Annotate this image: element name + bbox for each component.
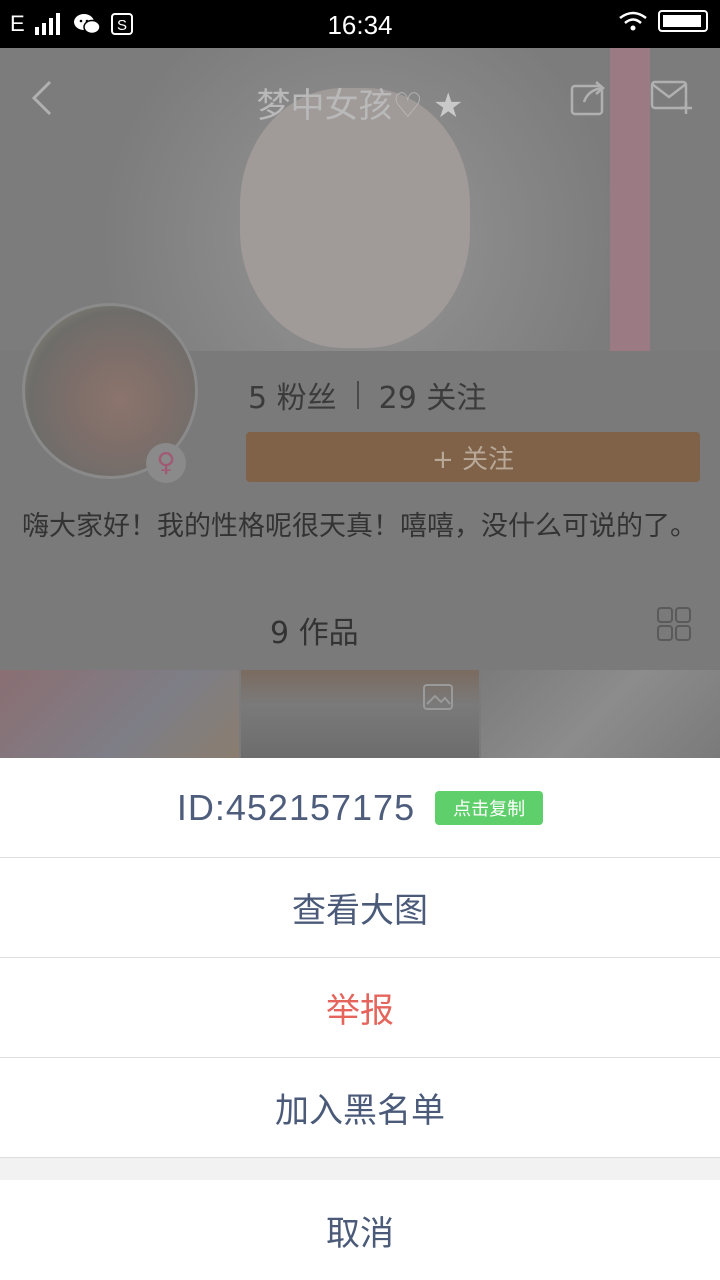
battery-icon — [658, 10, 708, 32]
image-icon — [423, 684, 454, 710]
works-count: 9 作品 — [270, 616, 359, 651]
cancel-button[interactable]: 取消 — [0, 1180, 720, 1280]
status-bar: E S 16:34 — [0, 0, 720, 48]
message-icon[interactable] — [650, 80, 694, 114]
page-title: 梦中女孩♡ ★ — [0, 78, 720, 127]
action-sheet: ID:452157175 点击复制 查看大图 举报 加入黑名单 取消 — [0, 758, 720, 1280]
report-button[interactable]: 举报 — [0, 958, 720, 1058]
view-large-image-button[interactable]: 查看大图 — [0, 858, 720, 958]
work-thumbnail[interactable] — [0, 670, 239, 758]
stats-divider — [356, 381, 359, 409]
wifi-icon — [619, 11, 647, 31]
grid-view-icon[interactable] — [656, 606, 692, 642]
work-thumbnail[interactable] — [240, 670, 480, 758]
following-count[interactable]: 29 关注 — [379, 373, 487, 417]
status-right — [618, 10, 708, 32]
star-icon[interactable]: ★ — [433, 86, 463, 126]
work-thumbnail[interactable] — [481, 670, 720, 758]
top-bar: 梦中女孩♡ ★ — [0, 48, 720, 148]
user-id: ID:452157175 — [176, 786, 416, 828]
fans-count[interactable]: 5 粉丝 — [248, 373, 337, 417]
follow-button[interactable]: + 关注 — [246, 432, 700, 482]
copy-id-button[interactable]: 点击复制 — [435, 790, 544, 825]
profile-stats: 5 粉丝 29 关注 — [248, 373, 486, 417]
profile-name: 梦中女孩♡ — [256, 86, 423, 126]
blacklist-button[interactable]: 加入黑名单 — [0, 1058, 720, 1158]
share-icon[interactable] — [570, 78, 608, 116]
works-thumbnails — [0, 670, 720, 758]
user-id-row: ID:452157175 点击复制 — [0, 758, 720, 858]
profile-page: 梦中女孩♡ ★ ♀ 5 粉丝 29 关注 + 关注 嗨大家好！我的性格呢很天真！嘻… — [0, 48, 720, 758]
female-icon: ♀ — [146, 443, 186, 483]
works-header: 9 作品 — [0, 596, 720, 666]
status-time: 16:34 — [327, 10, 393, 40]
bio-text: 嗨大家好！我的性格呢很天真！嘻嘻，没什么可说的了。 — [22, 511, 697, 542]
